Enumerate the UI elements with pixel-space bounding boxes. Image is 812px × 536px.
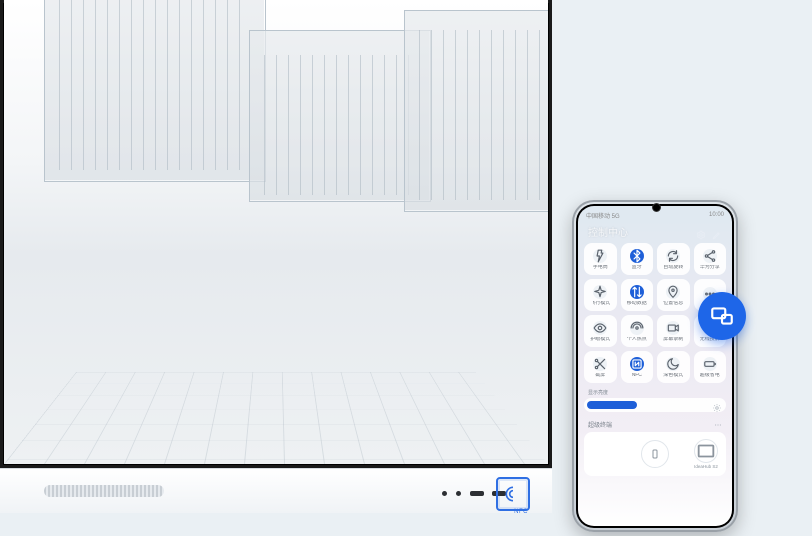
super-device-panel[interactable]: IdeaHub S2 (584, 432, 726, 476)
tile-nfc[interactable]: NFC (621, 351, 654, 383)
brightness-slider[interactable] (584, 398, 726, 412)
status-left: 中国移动 5G (586, 211, 620, 220)
super-device-target-label: IdeaHub S2 (694, 464, 718, 469)
tile-airplane[interactable]: 飞行模式 (584, 279, 617, 311)
screenrec-icon (666, 321, 680, 335)
brightness-fill (587, 401, 637, 409)
screenshot-icon (593, 357, 607, 371)
nfc-icon (630, 357, 644, 371)
building-2-mullions (264, 55, 414, 195)
autorotate-icon (666, 249, 680, 263)
tile-label: 位置信息 (663, 301, 683, 306)
dark-icon (666, 357, 680, 371)
tile-flashlight[interactable]: 手电筒 (584, 243, 617, 275)
phone-screen: 中国移动 5G 10:00 控制中心 手电筒 蓝牙 自动旋转 华为分享飞行模式 移动数据… (578, 206, 732, 526)
tile-label: 自动旋转 (663, 265, 683, 270)
tile-label: 深色模式 (663, 373, 683, 378)
sun-icon (712, 400, 722, 410)
super-device-self[interactable] (641, 440, 669, 468)
tile-label: NFC (632, 373, 642, 378)
tile-label: 屏幕录制 (663, 337, 683, 342)
nfc-label: NFC (514, 509, 528, 515)
battery-icon (703, 357, 717, 371)
more-icon[interactable] (714, 421, 722, 429)
punch-hole-camera (652, 203, 661, 212)
eyecomfort-icon (593, 321, 607, 335)
tile-dark[interactable]: 深色模式 (657, 351, 690, 383)
tile-bluetooth[interactable]: 蓝牙 (621, 243, 654, 275)
tile-location[interactable]: 位置信息 (657, 279, 690, 311)
smart-display: NFC (0, 0, 552, 512)
tile-screenrec[interactable]: 屏幕录制 (657, 315, 690, 347)
display-bezel (0, 0, 552, 468)
port-audio[interactable] (456, 491, 461, 496)
bluetooth-icon (630, 249, 644, 263)
tile-autorotate[interactable]: 自动旋转 (657, 243, 690, 275)
hotspot-icon (630, 321, 644, 335)
super-device-title: 超级终端 (588, 420, 612, 429)
control-center: 控制中心 手电筒 蓝牙 自动旋转 华为分享飞行模式 移动数据 位置信息护眼模式 个人热点 屏幕… (584, 224, 726, 476)
cast-fab[interactable] (698, 292, 746, 340)
tile-label: 移动数据 (627, 301, 647, 306)
tile-label: 手电筒 (593, 265, 608, 270)
stage: NFC 中国移动 5G 10:00 控制中心 手电筒 蓝牙 自动旋转 华为分享飞行模式… (0, 0, 812, 536)
mobiledata-icon (630, 285, 644, 299)
share-icon (703, 249, 717, 263)
nfc-tap-area[interactable] (496, 477, 530, 511)
brightness-section: 显示亮度 (584, 389, 726, 412)
tile-label: 个人热点 (627, 337, 647, 342)
port-usb-c[interactable] (442, 491, 447, 496)
tile-label: 护眼模式 (590, 337, 610, 342)
display-screen (4, 0, 548, 464)
tile-label: 华为分享 (700, 265, 720, 270)
tile-label: 飞行模式 (590, 301, 610, 306)
super-device-target[interactable]: IdeaHub S2 (694, 439, 718, 469)
port-usb-a-1[interactable] (470, 491, 484, 496)
flashlight-icon (593, 249, 607, 263)
tile-share[interactable]: 华为分享 (694, 243, 727, 275)
tile-screenshot[interactable]: 截屏 (584, 351, 617, 383)
brightness-label: 显示亮度 (584, 389, 726, 396)
status-right: 10:00 (709, 212, 724, 218)
building-1-mullions (59, 0, 249, 170)
tile-label: 蓝牙 (632, 265, 642, 270)
control-center-header: 控制中心 (584, 224, 726, 239)
phone: 中国移动 5G 10:00 控制中心 手电筒 蓝牙 自动旋转 华为分享飞行模式 移动数据… (572, 200, 738, 532)
edit-icon[interactable] (712, 227, 722, 237)
airplane-icon (593, 285, 607, 299)
speaker-grille (44, 485, 164, 497)
building-3-mullions (419, 30, 548, 200)
display-chin: NFC (0, 468, 552, 513)
tile-eyecomfort[interactable]: 护眼模式 (584, 315, 617, 347)
control-center-title: 控制中心 (588, 224, 628, 239)
control-center-actions (696, 227, 722, 237)
tile-hotspot[interactable]: 个人热点 (621, 315, 654, 347)
floor-grid (4, 372, 548, 464)
tile-battery[interactable]: 超级省电 (694, 351, 727, 383)
tile-mobiledata[interactable]: 移动数据 (621, 279, 654, 311)
settings-icon[interactable] (696, 227, 706, 237)
tile-label: 超级省电 (700, 373, 720, 378)
super-device-section: 超级终端 IdeaHub S2 (584, 420, 726, 476)
location-icon (666, 285, 680, 299)
tile-label: 截屏 (595, 373, 605, 378)
